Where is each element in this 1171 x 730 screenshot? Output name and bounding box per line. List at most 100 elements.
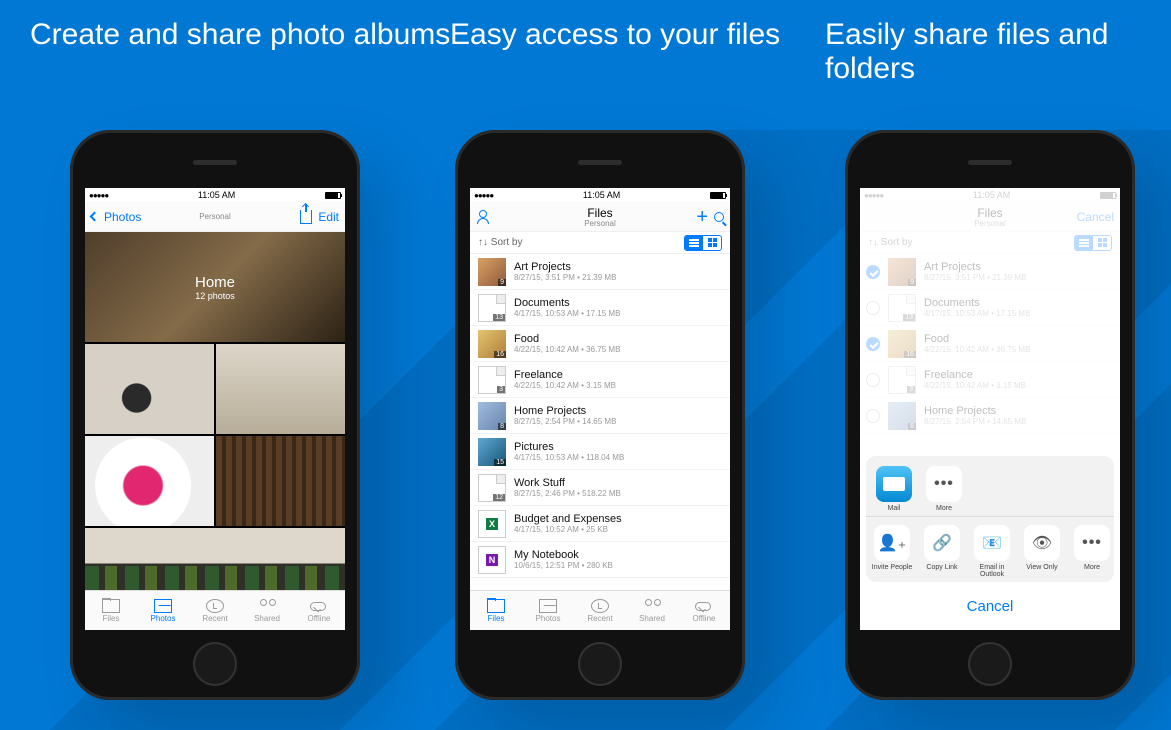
- tab-offline[interactable]: Offline: [293, 591, 345, 630]
- share-option-outlook[interactable]: 📧Email in Outlook: [970, 525, 1014, 578]
- tab-offline[interactable]: Offline: [678, 591, 730, 630]
- file-row[interactable]: 16Food4/22/15, 10:42 AM • 36.75 MB: [470, 326, 730, 362]
- file-thumb: 9: [888, 258, 916, 286]
- file-row[interactable]: 15Pictures4/17/15, 10:53 AM • 118.04 MB: [470, 434, 730, 470]
- tab-recent[interactable]: Recent: [189, 591, 241, 630]
- list-view-icon[interactable]: [685, 236, 703, 250]
- file-meta: 8/27/15, 2:54 PM • 14.65 MB: [924, 417, 1112, 426]
- tab-files[interactable]: Files: [470, 591, 522, 630]
- photo-tile[interactable]: [216, 436, 345, 526]
- file-meta: 4/17/15, 10:53 AM • 118.04 MB: [514, 453, 722, 462]
- tab-label: Recent: [587, 614, 612, 623]
- share-option-label: Mail: [888, 505, 901, 512]
- tab-shared[interactable]: Shared: [626, 591, 678, 630]
- edit-button[interactable]: Edit: [318, 210, 339, 224]
- select-radio[interactable]: [866, 301, 880, 315]
- tab-recent[interactable]: Recent: [574, 591, 626, 630]
- screen-albums: ●●●●● 11:05 AM Photos Personal Edit Home…: [85, 188, 345, 630]
- sort-label[interactable]: Sort by: [491, 237, 523, 248]
- count-badge: 13: [903, 314, 915, 321]
- count-badge: 8: [498, 423, 506, 430]
- signal-dots-icon: ●●●●●: [864, 191, 883, 200]
- eye-icon: 👁: [1024, 525, 1060, 561]
- file-name: My Notebook: [514, 549, 722, 561]
- share-option-more[interactable]: •••More: [1070, 525, 1114, 578]
- search-icon[interactable]: [714, 212, 724, 222]
- file-row[interactable]: 8Home Projects8/27/15, 2:54 PM • 14.65 M…: [860, 398, 1120, 434]
- file-name: Food: [924, 333, 1112, 345]
- select-radio[interactable]: [866, 409, 880, 423]
- file-row[interactable]: XBudget and Expenses4/17/15, 10:52 AM • …: [470, 506, 730, 542]
- home-button[interactable]: [578, 642, 622, 686]
- back-label[interactable]: Photos: [104, 210, 141, 224]
- file-row[interactable]: 9Art Projects8/27/15, 3:51 PM • 21.39 MB: [860, 254, 1120, 290]
- share-option-mail[interactable]: Mail: [872, 466, 916, 512]
- album-hero[interactable]: Home 12 photos: [85, 232, 345, 342]
- file-row[interactable]: 3Freelance4/22/15, 10:42 AM • 3.15 MB: [470, 362, 730, 398]
- file-row[interactable]: 16Food4/22/15, 10:42 AM • 36.75 MB: [860, 326, 1120, 362]
- count-badge: 3: [497, 386, 505, 393]
- tab-files[interactable]: Files: [85, 591, 137, 630]
- file-row[interactable]: 13Documents4/17/15, 10:53 AM • 17.15 MB: [470, 290, 730, 326]
- count-badge: 3: [907, 386, 915, 393]
- grid-view-icon[interactable]: [1093, 236, 1111, 250]
- tab-label: Files: [103, 614, 120, 623]
- phone-albums: ●●●●● 11:05 AM Photos Personal Edit Home…: [70, 130, 360, 700]
- status-bar: ●●●●● 11:05 AM: [85, 188, 345, 202]
- offline-icon: [310, 599, 328, 613]
- share-option-label: View Only: [1026, 564, 1057, 571]
- file-row[interactable]: 8Home Projects8/27/15, 2:54 PM • 14.65 M…: [470, 398, 730, 434]
- share-option-person-plus[interactable]: 👤₊Invite People: [870, 525, 914, 578]
- file-thumb: 3: [888, 366, 916, 394]
- link-icon: 🔗: [924, 525, 960, 561]
- view-toggle[interactable]: [1074, 235, 1112, 251]
- select-radio[interactable]: [866, 265, 880, 279]
- share-option-link[interactable]: 🔗Copy Link: [920, 525, 964, 578]
- share-actions-row: 👤₊Invite People🔗Copy Link📧Email in Outlo…: [870, 525, 1110, 578]
- photo-tile[interactable]: [85, 436, 214, 526]
- file-thumb: N: [478, 546, 506, 574]
- file-row[interactable]: 3Freelance4/22/15, 10:42 AM • 3.15 MB: [860, 362, 1120, 398]
- file-thumb: 12: [478, 474, 506, 502]
- nav-subtitle: Personal: [532, 220, 668, 228]
- select-radio[interactable]: [866, 337, 880, 351]
- select-radio[interactable]: [866, 373, 880, 387]
- share-option-label: More: [936, 505, 952, 512]
- view-toggle[interactable]: [684, 235, 722, 251]
- add-icon[interactable]: +: [696, 210, 708, 224]
- grid-view-icon[interactable]: [703, 236, 721, 250]
- phone-share: ●●●●● 11:05 AM Files Personal Cancel ↑↓ …: [845, 130, 1135, 700]
- file-row[interactable]: 13Documents4/17/15, 10:53 AM • 17.15 MB: [860, 290, 1120, 326]
- tab-label: Shared: [639, 614, 665, 623]
- count-badge: 16: [904, 351, 916, 358]
- share-option-label: More: [1084, 564, 1100, 571]
- battery-icon: [1100, 192, 1116, 199]
- sort-label[interactable]: Sort by: [881, 237, 913, 248]
- file-row[interactable]: 9Art Projects8/27/15, 3:51 PM • 21.39 MB: [470, 254, 730, 290]
- share-icon[interactable]: [300, 210, 312, 224]
- count-badge: 9: [498, 279, 506, 286]
- home-button[interactable]: [193, 642, 237, 686]
- person-plus-icon: 👤₊: [874, 525, 910, 561]
- tab-shared[interactable]: Shared: [241, 591, 293, 630]
- file-row[interactable]: NMy Notebook10/6/15, 12:51 PM • 280 KB: [470, 542, 730, 578]
- account-icon[interactable]: [476, 210, 490, 224]
- share-option-more[interactable]: •••More: [922, 466, 966, 512]
- photo-tile[interactable]: [85, 528, 345, 590]
- file-row[interactable]: 12Work Stuff8/27/15, 2:46 PM • 518.22 MB: [470, 470, 730, 506]
- tab-label: Recent: [202, 614, 227, 623]
- file-thumb: 13: [888, 294, 916, 322]
- share-cancel-button[interactable]: Cancel: [866, 588, 1114, 624]
- share-option-eye[interactable]: 👁 View Only: [1020, 525, 1064, 578]
- home-button[interactable]: [968, 642, 1012, 686]
- back-icon[interactable]: [90, 212, 100, 222]
- photo-tile[interactable]: [216, 344, 345, 434]
- file-thumb: X: [478, 510, 506, 538]
- tab-photos[interactable]: Photos: [522, 591, 574, 630]
- tab-photos[interactable]: Photos: [137, 591, 189, 630]
- sort-bar: ↑↓ Sort by: [470, 232, 730, 254]
- photo-tile[interactable]: [85, 344, 214, 434]
- cancel-button[interactable]: Cancel: [1077, 210, 1114, 224]
- list-view-icon[interactable]: [1075, 236, 1093, 250]
- screen-share: ●●●●● 11:05 AM Files Personal Cancel ↑↓ …: [860, 188, 1120, 630]
